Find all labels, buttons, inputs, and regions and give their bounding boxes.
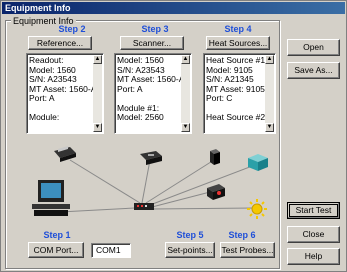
close-button[interactable]: Close bbox=[287, 226, 340, 243]
setpoints-button[interactable]: Set-points... bbox=[165, 242, 215, 258]
com-port-field[interactable]: COM1 bbox=[91, 243, 131, 258]
printer-icon bbox=[54, 146, 76, 162]
start-test-button-label: Start Test bbox=[295, 205, 332, 215]
help-button-label: Help bbox=[304, 251, 323, 261]
setpoints-button-label: Set-points... bbox=[167, 245, 213, 255]
test-probes-button[interactable]: Test Probes... bbox=[220, 242, 275, 258]
water-bath-icon bbox=[248, 154, 268, 171]
start-test-button[interactable]: Start Test bbox=[287, 202, 340, 219]
close-button-label: Close bbox=[302, 229, 325, 239]
open-button[interactable]: Open bbox=[287, 39, 340, 56]
scanner-icon bbox=[140, 151, 162, 165]
com-port-button-label: COM Port... bbox=[33, 245, 79, 255]
dry-well-icon bbox=[207, 184, 225, 200]
test-probes-button-label: Test Probes... bbox=[221, 245, 274, 255]
save-as-button-label: Save As... bbox=[294, 65, 333, 75]
save-as-button[interactable]: Save As... bbox=[287, 62, 340, 79]
com-port-button[interactable]: COM Port... bbox=[28, 242, 84, 258]
hub-icon bbox=[134, 203, 154, 210]
step-6-label: Step 6 bbox=[228, 230, 256, 240]
heat-source-icon bbox=[210, 149, 220, 165]
computer-icon bbox=[32, 180, 70, 216]
step-5-label: Step 5 bbox=[176, 230, 204, 240]
sun-icon bbox=[247, 199, 267, 219]
open-button-label: Open bbox=[303, 42, 324, 52]
help-button[interactable]: Help bbox=[287, 248, 340, 265]
step-1-label: Step 1 bbox=[43, 230, 71, 240]
